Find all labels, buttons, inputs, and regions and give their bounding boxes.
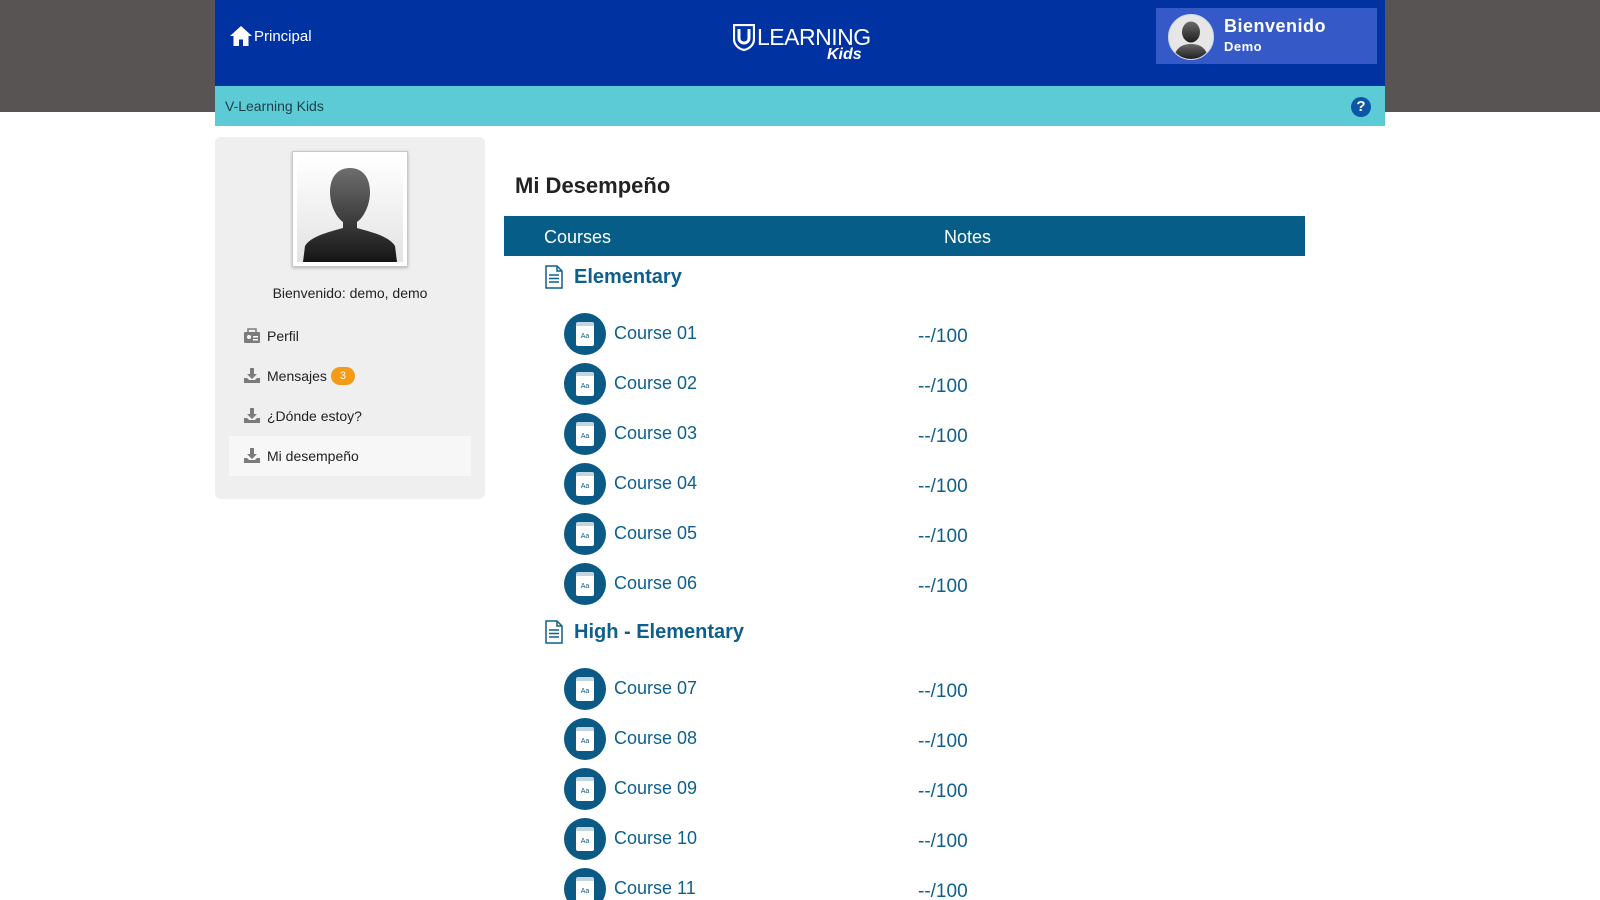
home-link-label: Principal — [254, 27, 312, 45]
document-icon — [545, 620, 563, 644]
course-note: --/100 — [918, 881, 968, 900]
course-note: --/100 — [918, 731, 968, 752]
course-row[interactable]: Aa Course 09 --/100 — [564, 768, 1024, 810]
sidebar-item-label: Mi desempeño — [267, 448, 359, 464]
sidebar-item-mi-desempeno[interactable]: Mi desempeño — [229, 436, 471, 476]
page-title: Mi Desempeño — [515, 173, 671, 198]
sidebar-item-donde-estoy[interactable]: ¿Dónde estoy? — [229, 396, 471, 436]
course-row[interactable]: Aa Course 04 --/100 — [564, 463, 1024, 505]
header: Principal LEARNING Kids Bienvenido Demo — [215, 0, 1385, 86]
svg-text:Aa: Aa — [581, 533, 590, 540]
course-note: --/100 — [918, 426, 968, 447]
book-icon: Aa — [564, 768, 606, 810]
document-icon — [545, 265, 563, 289]
book-icon: Aa — [564, 868, 606, 900]
course-row[interactable]: Aa Course 07 --/100 — [564, 668, 1024, 710]
download-tray-icon — [244, 448, 260, 463]
course-row[interactable]: Aa Course 11 --/100 — [564, 868, 1024, 900]
course-note: --/100 — [918, 526, 968, 547]
course-name[interactable]: Course 08 — [614, 728, 697, 749]
svg-text:Aa: Aa — [581, 788, 590, 795]
book-icon: Aa — [564, 818, 606, 860]
course-name[interactable]: Course 05 — [614, 523, 697, 544]
course-name[interactable]: Course 11 — [614, 878, 696, 899]
course-note: --/100 — [918, 476, 968, 497]
book-icon: Aa — [564, 313, 606, 355]
course-row[interactable]: Aa Course 03 --/100 — [564, 413, 1024, 455]
profile-photo — [292, 151, 408, 267]
svg-text:Aa: Aa — [581, 433, 590, 440]
sidebar-item-perfil[interactable]: Perfil — [229, 316, 471, 356]
table-header: Courses Notes — [504, 216, 1305, 256]
logo-shield-icon — [733, 24, 755, 51]
column-header-courses: Courses — [544, 227, 612, 247]
book-icon: Aa — [564, 668, 606, 710]
home-icon — [230, 26, 252, 46]
help-icon[interactable]: ? — [1351, 97, 1371, 117]
sidebar-menu: Perfil Mensajes 3 ¿Dónde estoy? Mi desem… — [229, 316, 471, 476]
sidebar: Bienvenido: demo, demo Perfil Mensajes 3… — [215, 137, 485, 499]
id-card-icon — [244, 328, 260, 343]
logo-subtext: Kids — [827, 46, 862, 63]
sidebar-item-mensajes[interactable]: Mensajes 3 — [229, 356, 471, 396]
section-title-text: Elementary — [574, 265, 682, 288]
section-title-text: High - Elementary — [574, 620, 745, 643]
home-link[interactable]: Principal — [229, 24, 312, 48]
svg-text:Aa: Aa — [581, 483, 590, 490]
book-icon: Aa — [564, 563, 606, 605]
svg-text:Aa: Aa — [581, 333, 590, 340]
sidebar-item-label: Mensajes — [267, 368, 327, 384]
user-name: Demo — [1224, 39, 1263, 54]
course-name[interactable]: Course 02 — [614, 373, 697, 394]
section-title[interactable]: High - Elementary — [544, 620, 744, 644]
course-row[interactable]: Aa Course 01 --/100 — [564, 313, 1024, 355]
sidebar-item-label: ¿Dónde estoy? — [267, 408, 362, 424]
course-name[interactable]: Course 01 — [614, 323, 697, 344]
course-note: --/100 — [918, 831, 968, 852]
svg-text:Aa: Aa — [581, 583, 590, 590]
book-icon: Aa — [564, 413, 606, 455]
column-header-notes: Notes — [944, 227, 992, 247]
course-note: --/100 — [918, 681, 968, 702]
user-avatar — [1168, 14, 1214, 60]
course-row[interactable]: Aa Course 10 --/100 — [564, 818, 1024, 860]
course-note: --/100 — [918, 576, 968, 597]
course-name[interactable]: Course 07 — [614, 678, 697, 699]
svg-text:Aa: Aa — [581, 688, 590, 695]
messages-count-badge: 3 — [330, 367, 355, 385]
svg-text:Aa: Aa — [581, 888, 590, 895]
book-icon: Aa — [564, 718, 606, 760]
svg-text:Aa: Aa — [581, 738, 590, 745]
download-tray-icon — [244, 368, 260, 383]
section-title[interactable]: Elementary — [544, 265, 682, 289]
course-name[interactable]: Course 04 — [614, 473, 697, 494]
course-row[interactable]: Aa Course 02 --/100 — [564, 363, 1024, 405]
course-name[interactable]: Course 09 — [614, 778, 697, 799]
subheader-bar: V-Learning Kids ? — [215, 86, 1385, 126]
course-row[interactable]: Aa Course 05 --/100 — [564, 513, 1024, 555]
book-icon: Aa — [564, 513, 606, 555]
site-title: V-Learning Kids — [225, 98, 324, 114]
course-name[interactable]: Course 03 — [614, 423, 697, 444]
sidebar-item-label: Perfil — [267, 328, 299, 344]
svg-text:Aa: Aa — [581, 838, 590, 845]
course-note: --/100 — [918, 326, 968, 347]
book-icon: Aa — [564, 463, 606, 505]
page-container: Principal LEARNING Kids Bienvenido Demo — [215, 0, 1385, 900]
course-row[interactable]: Aa Course 08 --/100 — [564, 718, 1024, 760]
course-row[interactable]: Aa Course 06 --/100 — [564, 563, 1024, 605]
user-greeting: Bienvenido — [1224, 16, 1327, 36]
svg-text:Aa: Aa — [581, 383, 590, 390]
profile-silhouette-icon — [303, 168, 397, 262]
book-icon: Aa — [564, 363, 606, 405]
download-tray-icon — [244, 408, 260, 423]
welcome-text: Bienvenido: demo, demo — [272, 285, 428, 301]
user-silhouette-icon — [1174, 21, 1208, 59]
logo: LEARNING Kids — [733, 20, 871, 64]
course-note: --/100 — [918, 376, 968, 397]
course-name[interactable]: Course 06 — [614, 573, 697, 594]
course-note: --/100 — [918, 781, 968, 802]
course-name[interactable]: Course 10 — [614, 828, 697, 849]
user-menu[interactable]: Bienvenido Demo — [1156, 8, 1377, 64]
